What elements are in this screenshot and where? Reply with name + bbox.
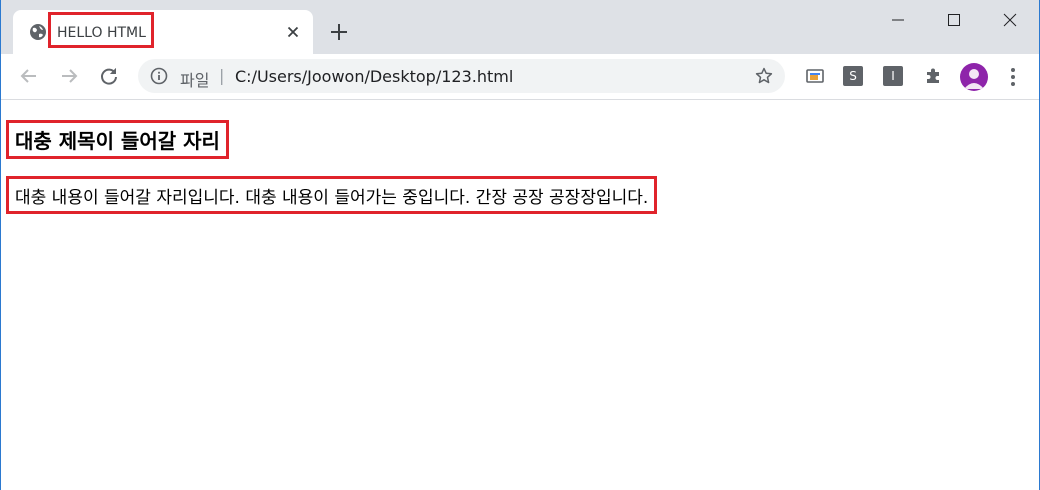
browser-toolbar: 파일 | C:/Users/Joowon/Desktop/123.html S … [1,54,1039,100]
kebab-icon[interactable] [1005,66,1021,88]
maximize-icon [948,14,960,26]
url-text[interactable]: C:/Users/Joowon/Desktop/123.html [235,67,513,86]
info-icon[interactable] [150,67,168,85]
window-close-button[interactable] [983,0,1039,40]
avatar-icon[interactable] [960,63,988,91]
close-icon[interactable] [285,24,301,40]
minimize-icon [892,19,904,21]
cast-icon[interactable] [805,66,825,86]
extension-s-label: S [849,69,857,83]
puzzle-icon[interactable] [923,66,943,86]
scheme-label: 파일 [180,71,210,90]
minimize-button[interactable] [871,0,927,40]
close-icon [1003,13,1017,27]
address-bar[interactable]: 파일 | C:/Users/Joowon/Desktop/123.html [138,59,785,93]
globe-icon [30,24,46,40]
arrow-right-icon[interactable] [58,65,80,87]
avatar-silhouette [964,69,984,89]
scheme-separator: | [219,66,225,85]
paragraph-highlight: 대충 내용이 들어갈 자리입니다. 대충 내용이 들어가는 중입니다. 간장 공… [6,176,658,214]
page-heading: 대충 제목이 들어갈 자리 [15,129,220,153]
extension-s-icon[interactable]: S [843,66,863,86]
tab-strip: HELLO HTML [1,0,1039,54]
maximize-button[interactable] [927,0,983,40]
extension-i-label: I [891,69,895,83]
extension-i-icon[interactable]: I [883,66,903,86]
page-paragraph: 대충 내용이 들어갈 자리입니다. 대충 내용이 들어가는 중입니다. 간장 공… [15,187,649,208]
heading-highlight: 대충 제목이 들어갈 자리 [6,120,229,159]
page-viewport: 대충 제목이 들어갈 자리 대충 내용이 들어갈 자리입니다. 대충 내용이 들… [1,101,1039,490]
plus-icon[interactable] [329,22,349,42]
arrow-left-icon[interactable] [18,65,40,87]
reload-icon[interactable] [98,65,120,87]
tab-title: HELLO HTML [57,25,146,41]
tab-hello-html[interactable]: HELLO HTML [13,10,313,54]
star-icon[interactable] [755,67,773,85]
browser-window: HELLO HTML 파일 | C:/Users/Joowon/Desktop/… [0,0,1040,490]
